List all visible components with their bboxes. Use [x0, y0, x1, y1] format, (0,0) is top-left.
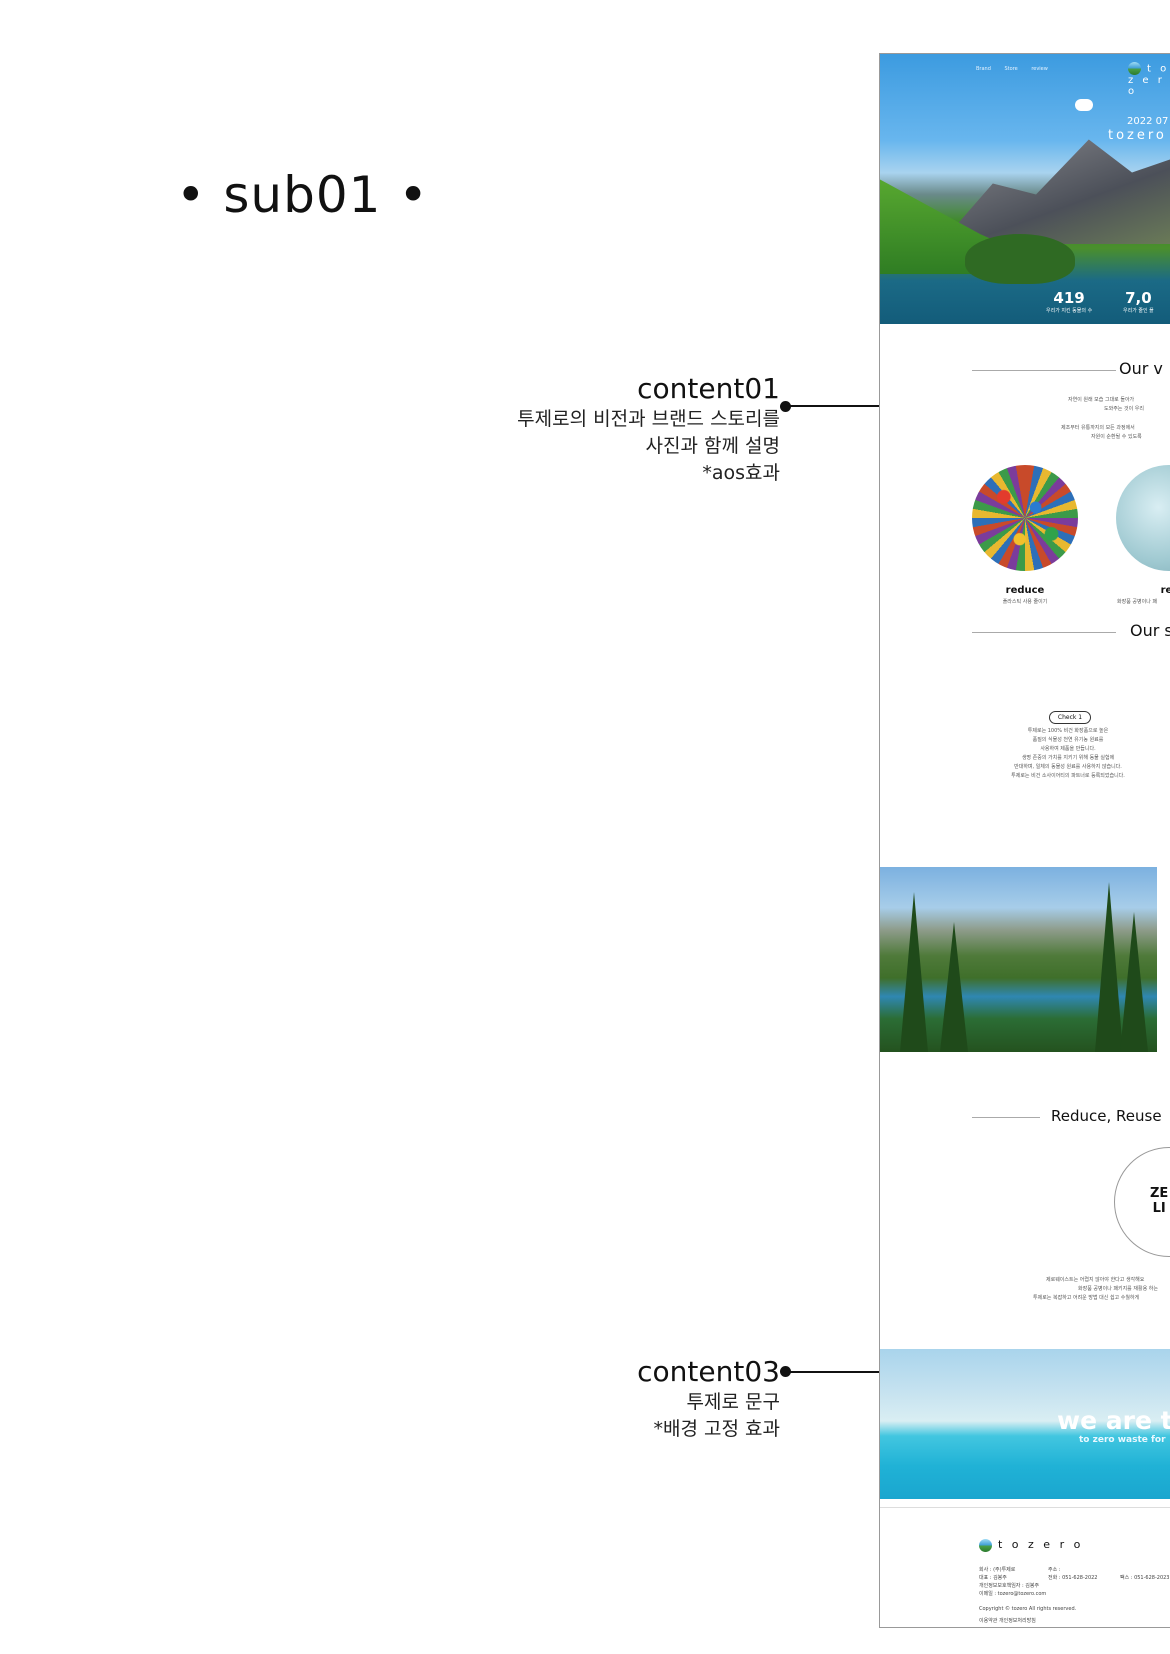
content03-line: 투제로 문구: [686, 1391, 780, 1413]
page-mockup: Brand Store review t o z e r o 2022 07 t…: [879, 53, 1170, 1628]
we-are-text: we are t: [1057, 1406, 1170, 1435]
check-text: 반대하며, 일체의 동물성 원료를 사용하지 않습니다.: [1014, 764, 1122, 770]
forest-lake-image: [880, 867, 1157, 1052]
cloud-image: [1075, 99, 1093, 111]
vision-title: Our v: [1119, 359, 1163, 378]
sea-banner: we are t to zero waste for: [880, 1349, 1170, 1499]
connector-line: [786, 1371, 880, 1373]
hero-date: 2022 07: [1127, 116, 1169, 127]
header-logo[interactable]: t o z e r o: [1128, 62, 1170, 97]
zero-desc: 제로웨이스트는 어렵지 않아야 한다고 생각해요: [1046, 1277, 1145, 1283]
footer-divider: [880, 1507, 1170, 1508]
vision-text: 도와주는 것이 우리: [1104, 406, 1144, 412]
content01-annotation: content01 투제로의 비전과 브랜드 스토리를 사진과 함께 설명 *a…: [517, 372, 780, 487]
bottle-caps-image: [972, 465, 1078, 571]
content03-line: *배경 고정 효과: [653, 1418, 780, 1440]
footer-phone: 전화 : 051-628-2022: [1048, 1575, 1098, 1581]
island-image: [965, 234, 1075, 284]
item-name: reu: [1160, 585, 1170, 596]
vision-text: 제조부터 유통까지의 모든 과정에서: [1061, 425, 1135, 431]
section-divider: [972, 632, 1116, 633]
stat-animals: 419 우리가 지킨 동물의 수: [1046, 289, 1092, 314]
earth-logo-icon: [1128, 62, 1141, 75]
footer-policy-links[interactable]: 이용약관 개인정보처리방침: [979, 1617, 1036, 1625]
footer-info: 이메일 : tozero@tozero.com: [979, 1591, 1047, 1597]
footer-address: 주소 :: [1048, 1567, 1061, 1573]
nav-item-brand[interactable]: Brand: [976, 66, 991, 72]
item-sub: 플라스틱 사용 줄이기: [1002, 599, 1048, 605]
zero-desc: 투제로는 복잡하고 어려운 방법 대신 쉽고 수월하게: [1033, 1295, 1140, 1301]
footer-fax: 팩스 : 051-628-2023: [1120, 1575, 1170, 1581]
item-name: reduce: [1005, 585, 1045, 596]
nav-item-review[interactable]: review: [1031, 66, 1048, 72]
content01-line: 사진과 함께 설명: [645, 435, 780, 457]
footer-copyright: Copyright © tozero All rights reserved.: [979, 1606, 1077, 1612]
zero-desc: 화장품 공병이나 패키지를 재활용 하는: [1078, 1286, 1158, 1292]
item-sub: 화장품 공병이나 패: [1117, 599, 1157, 605]
check-badge: Check 1: [1049, 711, 1091, 724]
rrr-title: Reduce, Reuse: [1051, 1107, 1162, 1125]
content01-line: *aos효과: [702, 462, 780, 484]
stat-number: 7,0: [1125, 289, 1152, 307]
check-text: 품질의 식물성 천연 유기농 원료를: [1032, 737, 1104, 743]
section-divider: [972, 1117, 1040, 1118]
connector-line: [786, 405, 880, 407]
footer-info: 회사 : (주)투제로: [979, 1567, 1016, 1573]
hero-section: Brand Store review t o z e r o 2022 07 t…: [880, 54, 1170, 324]
check-text: 투제로는 100% 비건 화장품으로 높은: [1027, 728, 1109, 734]
stat-plastic: 7,0 우리가 줄인 플: [1123, 289, 1154, 314]
footer-logo: t o z e r o: [979, 1538, 1083, 1552]
content03-annotation: content03 투제로 문구 *배경 고정 효과: [637, 1355, 780, 1443]
zero-life-text: ZE LI: [1150, 1186, 1169, 1216]
page-title: • sub01 •: [176, 166, 429, 224]
vision-text: 자원이 순환될 수 있도록: [1091, 434, 1142, 440]
check-text: 생명 존중의 가치를 지키기 위해 동물 실험에: [1021, 755, 1115, 761]
story-title: Our s: [1130, 621, 1170, 640]
vision-text: 자연이 원래 모습 그대로 돌아가: [1068, 397, 1135, 403]
stat-caption: 우리가 지킨 동물의 수: [1046, 308, 1093, 314]
stat-number: 419: [1053, 289, 1085, 307]
earth-logo-icon: [979, 1538, 992, 1552]
footer-info: 개인정보보호책임자 : 김봉주: [979, 1583, 1040, 1589]
content01-heading: content01: [637, 372, 780, 405]
nav-item-store[interactable]: Store: [1005, 66, 1018, 72]
content01-line: 투제로의 비전과 브랜드 스토리를: [517, 408, 780, 430]
check-text: 사용하여 제품을 만듭니다.: [1040, 746, 1096, 752]
footer-info: 대표 : 김봉주: [979, 1575, 1007, 1581]
bottles-image: [1116, 465, 1170, 571]
section-divider: [972, 370, 1116, 371]
check-text: 투제로는 비건 소사이어티의 파트너로 등록되었습니다.: [1011, 773, 1125, 779]
mountain-image: [940, 139, 1170, 244]
hero-brand: tozero: [1108, 128, 1167, 143]
stat-caption: 우리가 줄인 플: [1123, 308, 1154, 314]
content03-heading: content03: [637, 1355, 780, 1388]
to-zero-text: to zero waste for: [1079, 1435, 1166, 1445]
top-nav: Brand Store review: [976, 66, 1060, 72]
